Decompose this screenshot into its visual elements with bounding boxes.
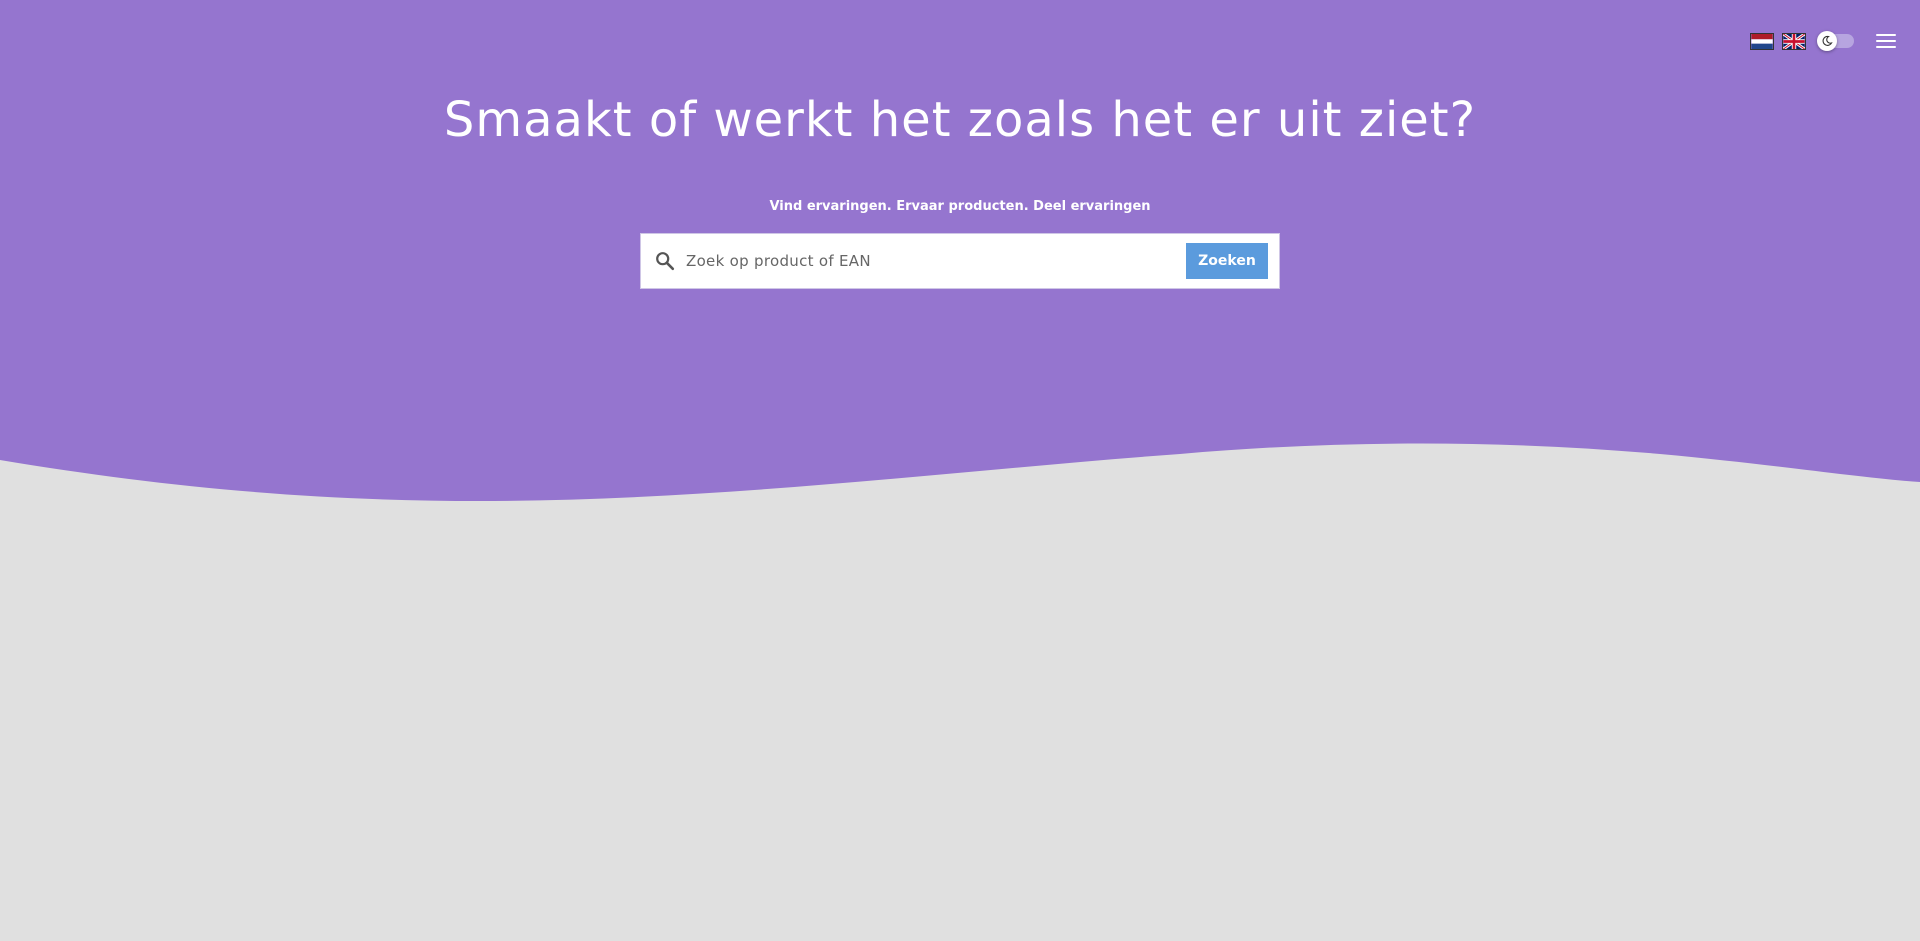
uk-flag-icon[interactable] [1782, 32, 1806, 50]
search-input[interactable] [686, 241, 1178, 281]
top-controls [1750, 28, 1896, 54]
search-box: Zoeken [640, 233, 1280, 289]
moon-icon [1817, 31, 1837, 51]
page: Smaakt of werkt het zoals het er uit zie… [0, 0, 1920, 941]
wave-divider [0, 443, 1920, 530]
content-area [0, 520, 1920, 941]
menu-line [1876, 40, 1896, 42]
nl-flag-icon[interactable] [1750, 32, 1774, 50]
tagline: Vind ervaringen. Ervaar producten. Deel … [769, 199, 1151, 214]
menu-line [1876, 46, 1896, 48]
hamburger-menu-icon[interactable] [1876, 33, 1896, 49]
search-button[interactable]: Zoeken [1186, 243, 1268, 279]
dark-mode-toggle[interactable] [1817, 31, 1854, 51]
menu-line [1876, 34, 1896, 36]
page-title: Smaakt of werkt het zoals het er uit zie… [443, 92, 1477, 148]
search-icon [656, 252, 675, 271]
